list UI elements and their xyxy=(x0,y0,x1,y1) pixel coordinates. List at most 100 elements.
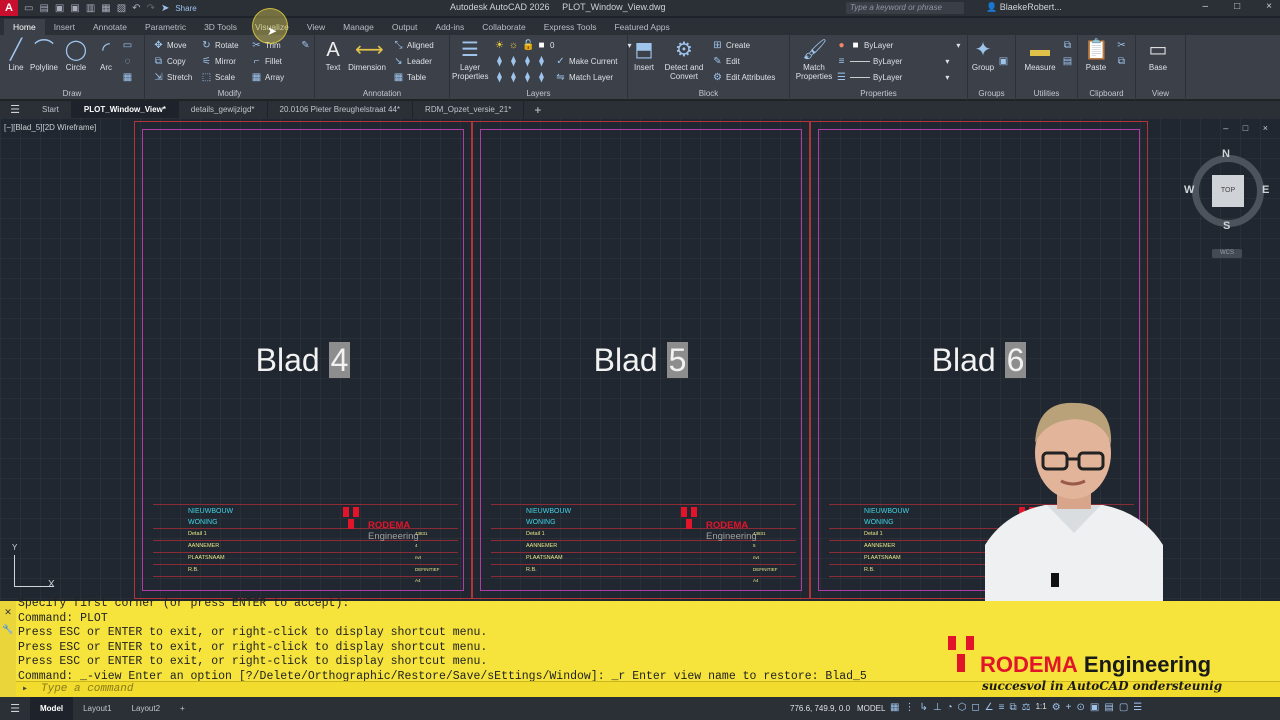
match-layer-button[interactable]: ⇋ Match Layer xyxy=(555,72,613,83)
arc-button[interactable]: ◜ Arc xyxy=(94,39,118,72)
clipboard-panel-label[interactable]: Clipboard xyxy=(1078,89,1135,98)
isolate-icon[interactable]: ▣ xyxy=(1090,702,1099,713)
erase-icon[interactable]: ✎ xyxy=(300,40,311,51)
tab-parametric[interactable]: Parametric xyxy=(136,19,195,35)
paste-button[interactable]: 📋 Paste xyxy=(1082,39,1110,72)
layer-tools-row2[interactable]: ⧫ ⧫ ⧫ ⧫ xyxy=(494,72,547,83)
compass-north[interactable]: N xyxy=(1222,148,1230,160)
close-command-icon[interactable]: ✕ xyxy=(0,607,16,618)
match-properties-button[interactable]: 🖌 Match Properties xyxy=(794,39,834,81)
viewcube-top-face[interactable]: TOP xyxy=(1212,175,1244,207)
tab-output[interactable]: Output xyxy=(383,19,427,35)
tab-collaborate[interactable]: Collaborate xyxy=(473,19,534,35)
line-button[interactable]: ╱ Line xyxy=(4,39,28,72)
tab-3d-tools[interactable]: 3D Tools xyxy=(195,19,246,35)
layers-panel-label[interactable]: Layers xyxy=(450,89,627,98)
edit-attributes-button[interactable]: ⚙ Edit Attributes xyxy=(712,72,775,83)
tab-insert[interactable]: Insert xyxy=(45,19,84,35)
text-button[interactable]: A Text xyxy=(319,39,347,72)
layer-tools-row1[interactable]: ⧫ ⧫ ⧫ ⧫ xyxy=(494,56,547,67)
share-icon[interactable]: ➤ xyxy=(161,3,169,14)
dimension-button[interactable]: ⟷ Dimension xyxy=(347,39,387,72)
viewport-controls-label[interactable]: [−][Blad_5][2D Wireframe] xyxy=(4,123,96,132)
grid-icon[interactable]: ▦ xyxy=(890,702,899,713)
file-tab-rdm-opzet[interactable]: RDM_Opzet_versie_21* xyxy=(413,101,525,118)
hamburger-menu-icon[interactable]: ☰ xyxy=(0,103,30,116)
boundary-icon[interactable]: ▦ xyxy=(122,72,133,83)
cut-icon[interactable]: ✂ xyxy=(1116,40,1127,51)
import-icon[interactable]: ▥ xyxy=(86,3,95,14)
view-panel-label[interactable]: View xyxy=(1136,89,1185,98)
workspace-gear-icon[interactable]: ⚙ xyxy=(1052,702,1061,713)
compass-east[interactable]: E xyxy=(1262,184,1269,196)
copy-button[interactable]: ⧉ Copy xyxy=(153,56,186,67)
tab-view[interactable]: View xyxy=(298,19,334,35)
color-dropdown[interactable]: ● ■ ByLayer ▾ xyxy=(836,40,960,51)
circle-button[interactable]: ◯ Circle xyxy=(64,39,88,72)
edit-block-button[interactable]: ✎ Edit xyxy=(712,56,740,67)
tab-featured-apps[interactable]: Featured Apps xyxy=(605,19,678,35)
plus-icon[interactable]: + xyxy=(1066,702,1072,713)
layer-properties-button[interactable]: ☰ Layer Properties xyxy=(452,39,488,81)
autocad-logo-icon[interactable]: A xyxy=(0,0,18,16)
model-space-toggle[interactable]: MODEL xyxy=(857,704,885,713)
utility-icon-1[interactable]: ⧉ xyxy=(1062,40,1073,51)
tab-annotate[interactable]: Annotate xyxy=(84,19,136,35)
wcs-menu-button[interactable]: WCS xyxy=(1212,249,1242,258)
layer-dropdown[interactable]: ☀ ☼ 🔓 ■ 0 ▾ xyxy=(494,40,631,51)
base-button[interactable]: ▭ Base xyxy=(1144,39,1172,72)
leader-button[interactable]: ↘ Leader xyxy=(393,56,432,67)
polyline-button[interactable]: ⌒ Polyline xyxy=(28,39,60,72)
utility-icon-2[interactable]: ▤ xyxy=(1062,56,1073,67)
file-tab-details-gewijzigd[interactable]: details_gewijzigd* xyxy=(179,101,268,118)
linetype-dropdown[interactable]: ☰ ByLayer ▾ xyxy=(836,72,949,83)
file-tab-start[interactable]: Start xyxy=(30,101,72,118)
draw-panel-label[interactable]: Draw xyxy=(0,89,144,98)
lineweight-dropdown[interactable]: ≡ ByLayer ▾ xyxy=(836,56,950,67)
rectangle-icon[interactable]: ▭ xyxy=(122,40,133,51)
units-icon[interactable]: ⊙ xyxy=(1077,702,1085,713)
undo-icon[interactable]: ↶ xyxy=(132,3,140,14)
make-current-button[interactable]: ✓ Make Current xyxy=(555,56,617,67)
isodraft-icon[interactable]: ⬡ xyxy=(958,702,967,713)
block-panel-label[interactable]: Block xyxy=(628,89,789,98)
clean-screen-icon[interactable]: ▢ xyxy=(1119,702,1128,713)
layout-tab-layout2[interactable]: Layout2 xyxy=(122,697,170,720)
properties-panel-label[interactable]: Properties xyxy=(790,89,967,98)
lineweight-toggle-icon[interactable]: ≡ xyxy=(999,702,1005,713)
help-search-input[interactable]: Type a keyword or phrase xyxy=(846,2,964,14)
save-as-icon[interactable]: ▣ xyxy=(70,3,79,14)
file-tab-pieter-breughelstraat[interactable]: 20.0106 Pieter Breughelstraat 44* xyxy=(268,101,414,118)
cursor-coordinates[interactable]: 776.6, 749.9, 0.0 xyxy=(790,704,850,713)
close-icon[interactable]: × xyxy=(1266,1,1272,12)
create-block-button[interactable]: ⊞ Create xyxy=(712,40,750,51)
layout-tab-layout1[interactable]: Layout1 xyxy=(73,697,121,720)
file-tab-plot-window-view[interactable]: PLOT_Window_View* xyxy=(71,101,179,118)
utilities-panel-label[interactable]: Utilities xyxy=(1016,89,1077,98)
tab-home[interactable]: Home xyxy=(4,19,45,35)
layout-menu-icon[interactable]: ☰ xyxy=(0,702,30,715)
tab-express-tools[interactable]: Express Tools xyxy=(535,19,606,35)
object-snap-icon[interactable]: ◻ xyxy=(971,702,979,713)
sheet-blad-5[interactable]: Blad 5 NIEUWBOUW WONING Detail 1 AANNEME… xyxy=(480,129,802,591)
redo-icon[interactable]: ↷ xyxy=(147,3,155,14)
annotation-panel-label[interactable]: Annotation xyxy=(315,89,449,98)
layout-tab-model[interactable]: Model xyxy=(30,697,74,720)
new-file-icon[interactable]: ▭ xyxy=(24,3,33,14)
scale-button[interactable]: ⬚ Scale xyxy=(201,72,235,83)
table-button[interactable]: ▦ Table xyxy=(393,72,426,83)
customize-command-icon[interactable]: 🔧 xyxy=(0,624,16,635)
new-tab-plus-icon[interactable]: + xyxy=(524,103,551,117)
mirror-button[interactable]: ⚟ Mirror xyxy=(201,56,236,67)
export-icon[interactable]: ▦ xyxy=(101,3,110,14)
move-button[interactable]: ✥ Move xyxy=(153,40,186,51)
stretch-button[interactable]: ⇲ Stretch xyxy=(153,72,192,83)
save-icon[interactable]: ▣ xyxy=(55,3,64,14)
tab-add-ins[interactable]: Add-ins xyxy=(426,19,473,35)
copy-clip-icon[interactable]: ⧉ xyxy=(1116,56,1127,67)
hatch-icon[interactable]: ◌ xyxy=(122,56,133,67)
measure-button[interactable]: ▬ Measure xyxy=(1020,39,1060,72)
modify-panel-label[interactable]: Modify xyxy=(145,89,314,98)
tab-manage[interactable]: Manage xyxy=(334,19,383,35)
group-button[interactable]: ✦ Group xyxy=(970,39,996,72)
